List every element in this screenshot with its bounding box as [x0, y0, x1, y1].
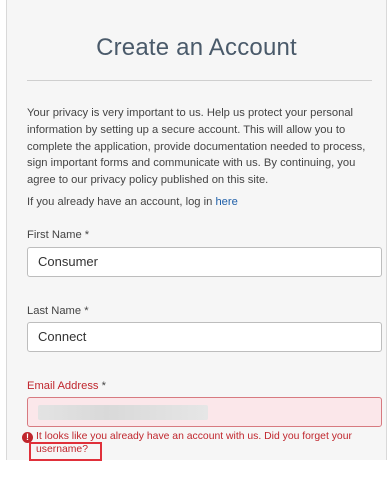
first-name-label: First Name * — [27, 229, 89, 241]
first-name-input[interactable]: Consumer — [27, 247, 382, 277]
login-prompt-text: If you already have an account, log in — [27, 196, 213, 208]
required-marker: * — [81, 305, 89, 317]
create-account-panel: Create an Account Your privacy is very i… — [6, 0, 387, 460]
required-marker: * — [81, 229, 90, 241]
email-input[interactable] — [27, 397, 382, 427]
page-title: Create an Account — [96, 34, 297, 61]
login-here-link[interactable]: here — [215, 196, 237, 208]
last-name-label-text: Last Name — [27, 305, 82, 317]
required-marker: * — [98, 380, 106, 392]
title-divider — [27, 80, 372, 81]
login-prompt: If you already have an account, log in h… — [27, 196, 238, 208]
privacy-intro-text: Your privacy is very important to us. He… — [27, 107, 366, 187]
username-highlight-box — [29, 442, 102, 461]
last-name-input[interactable]: Connect — [27, 322, 382, 352]
first-name-label-text: First Name — [27, 229, 82, 241]
email-label-text: Email Address — [27, 380, 99, 392]
last-name-label: Last Name * — [27, 305, 89, 317]
email-label: Email Address * — [27, 380, 106, 392]
redacted-email-value — [38, 405, 208, 420]
error-message-text: It looks like you already have an accoun… — [36, 431, 352, 442]
